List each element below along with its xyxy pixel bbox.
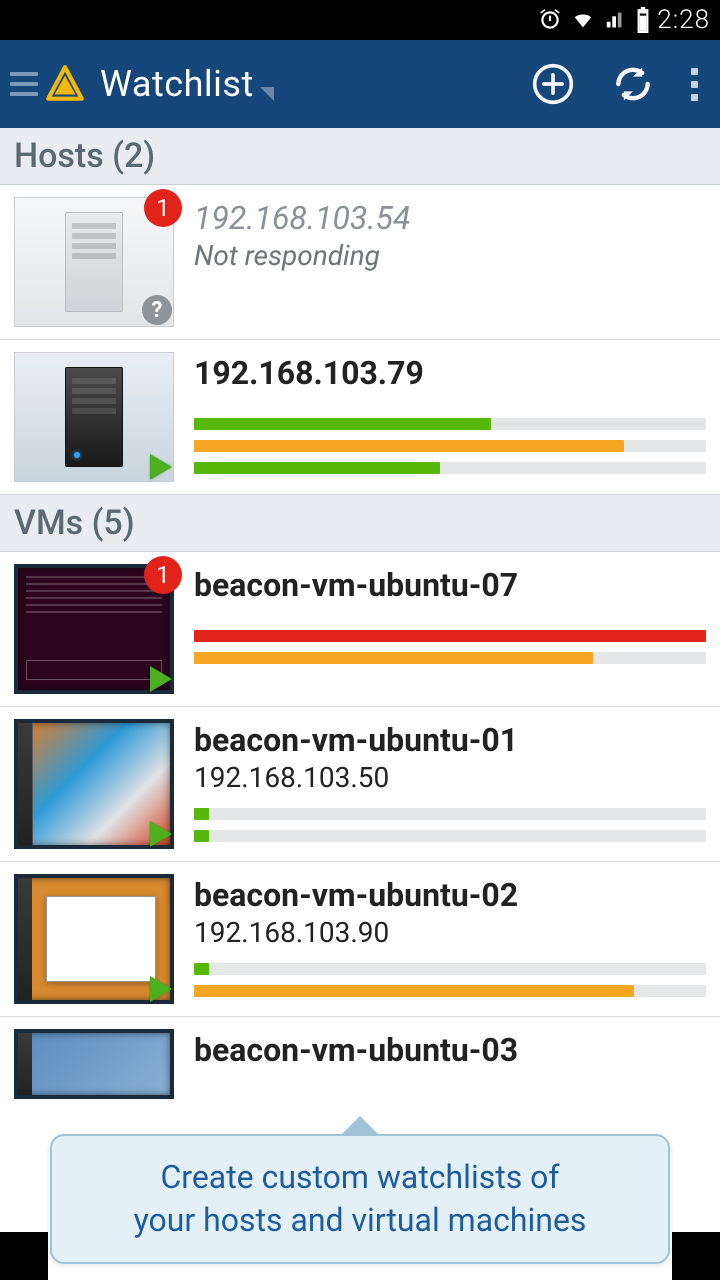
host-thumbnail: [14, 352, 174, 482]
host-status-text: Not responding: [194, 239, 706, 272]
title-dropdown[interactable]: Watchlist: [100, 63, 531, 105]
vm-name: beacon-vm-ubuntu-07: [194, 566, 706, 604]
nav-drawer-button[interactable]: [6, 59, 90, 109]
tooltip-text-line1: Create custom watchlists of: [160, 1158, 559, 1196]
hamburger-icon: [10, 72, 38, 96]
onboarding-tooltip[interactable]: Create custom watchlists of your hosts a…: [50, 1134, 670, 1264]
app-bar: Watchlist: [0, 40, 720, 128]
host-address: 192.168.103.54: [194, 199, 706, 237]
vm-thumbnail: [14, 1029, 174, 1099]
vm-thumbnail: [14, 719, 174, 849]
section-header-hosts: Hosts (2): [0, 128, 720, 185]
android-status-bar: 2:28: [0, 0, 720, 40]
add-button[interactable]: [531, 62, 575, 106]
vm-name: beacon-vm-ubuntu-01: [194, 721, 706, 759]
resource-bars: [194, 808, 706, 842]
alert-badge: 1: [144, 189, 182, 227]
host-address: 192.168.103.79: [194, 354, 706, 392]
overflow-menu-button[interactable]: [691, 68, 698, 101]
vm-address: 192.168.103.90: [194, 916, 706, 949]
vm-name: beacon-vm-ubuntu-03: [194, 1031, 706, 1069]
dropdown-triangle-icon: [260, 87, 274, 101]
running-status-icon: [150, 666, 172, 692]
tooltip-text-line2: your hosts and virtual machines: [134, 1201, 587, 1239]
vm-item[interactable]: beacon-vm-ubuntu-02 192.168.103.90: [0, 862, 720, 1017]
host-item[interactable]: 192.168.103.79: [0, 340, 720, 495]
signal-icon: [603, 9, 629, 31]
host-item[interactable]: 1 ? 192.168.103.54 Not responding: [0, 185, 720, 340]
vm-name: beacon-vm-ubuntu-02: [194, 876, 706, 914]
vms-list: 1 beacon-vm-ubuntu-07 beacon-vm-ubuntu-0…: [0, 552, 720, 1111]
host-thumbnail: 1 ?: [14, 197, 174, 327]
alarm-icon: [537, 7, 563, 33]
app-logo-icon: [44, 63, 86, 105]
battery-icon: [635, 7, 651, 33]
app-bar-title: Watchlist: [100, 63, 254, 105]
unknown-status-icon: ?: [142, 295, 172, 325]
vm-item[interactable]: beacon-vm-ubuntu-03: [0, 1017, 720, 1111]
running-status-icon: [150, 821, 172, 847]
vm-thumbnail: 1: [14, 564, 174, 694]
vm-address: 192.168.103.50: [194, 761, 706, 794]
vm-thumbnail: [14, 874, 174, 1004]
running-status-icon: [150, 976, 172, 1002]
vm-item[interactable]: beacon-vm-ubuntu-01 192.168.103.50: [0, 707, 720, 862]
hosts-list: 1 ? 192.168.103.54 Not responding 192.16…: [0, 185, 720, 495]
resource-bars: [194, 418, 706, 474]
running-status-icon: [150, 454, 172, 480]
alert-badge: 1: [144, 556, 182, 594]
resource-bars: [194, 630, 706, 664]
status-time: 2:28: [657, 5, 710, 35]
tooltip-arrow-icon: [342, 1118, 378, 1136]
vm-item[interactable]: 1 beacon-vm-ubuntu-07: [0, 552, 720, 707]
refresh-button[interactable]: [611, 62, 655, 106]
wifi-icon: [569, 9, 597, 31]
section-header-vms: VMs (5): [0, 495, 720, 552]
resource-bars: [194, 963, 706, 997]
